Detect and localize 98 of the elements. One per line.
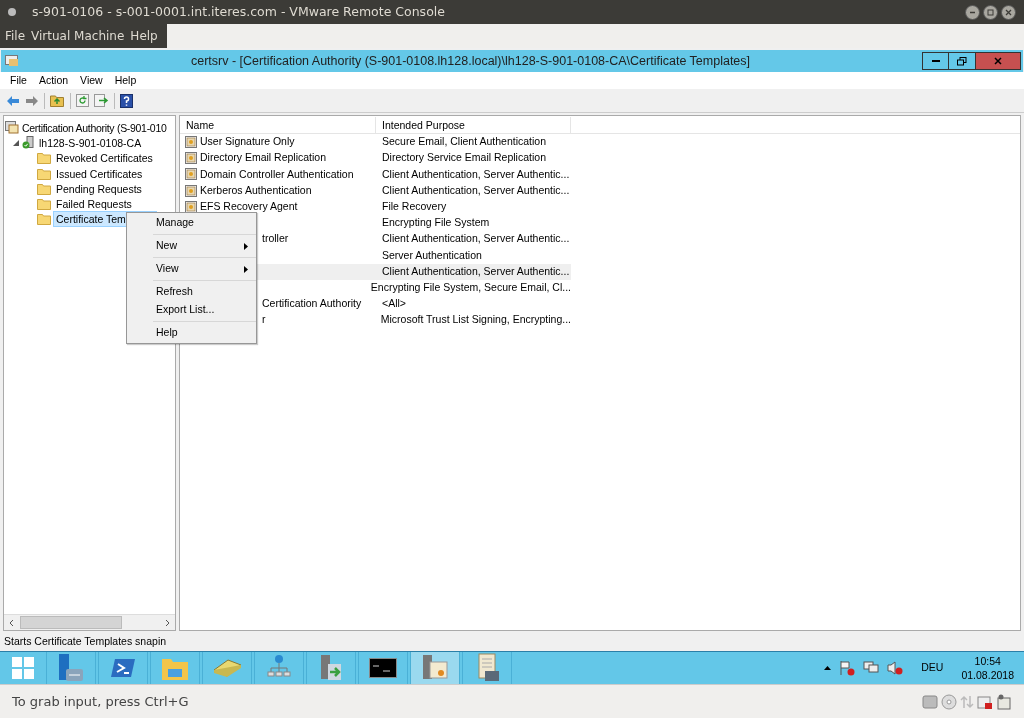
scrollbar-thumb[interactable] — [20, 616, 122, 629]
list-row[interactable]: Domain Controller Authentication Client Authentication, Server Authentic... — [180, 166, 571, 183]
usb-device-icon[interactable] — [996, 693, 1012, 710]
taskbar-button[interactable] — [358, 652, 408, 684]
menu-item[interactable]: Help — [108, 72, 143, 89]
template-name: Kerberos Authentication — [200, 182, 312, 198]
intended-purpose: Client Authentication, Server Authentic... — [381, 166, 570, 182]
template-name: Domain Controller Authentication — [200, 166, 354, 182]
template-name: r — [262, 312, 266, 328]
minimize-icon — [931, 60, 940, 62]
menu-item[interactable]: View — [74, 72, 109, 89]
menu-item[interactable]: File — [4, 72, 33, 89]
console-icon — [5, 55, 19, 67]
column-header[interactable]: Name — [180, 117, 376, 133]
windows-logo-icon — [11, 657, 34, 679]
folder-icon — [37, 198, 51, 211]
context-menu-item[interactable]: Export List... — [153, 301, 256, 319]
intended-purpose: Client Authentication, Server Authentic... — [381, 182, 570, 198]
intended-purpose: Client Authentication, Server Authentic... — [381, 263, 570, 279]
template-name: User Signature Only — [200, 134, 295, 150]
certificate-template-icon — [185, 168, 197, 181]
list-row[interactable]: Directory Email Replication Directory Service Email Replication — [180, 150, 571, 167]
status-text: Starts Certificate Templates snapin — [4, 633, 167, 649]
list-row[interactable]: Kerberos Authentication Client Authentication, Server Authentic... — [180, 182, 571, 199]
context-menu-item[interactable]: New — [153, 237, 256, 255]
server-check-icon — [22, 136, 34, 150]
menu-item[interactable]: Virtual Machine — [28, 27, 128, 45]
clock-time: 10:54 — [974, 654, 1001, 668]
tree-item[interactable]: Issued Certificates — [53, 165, 146, 182]
context-menu-item[interactable]: Help — [153, 324, 256, 342]
tree-item[interactable]: Revoked Certificates — [53, 150, 156, 167]
window-title: s-901-0106 - s-001-0001.int.iteres.com - VMware Remote Console — [32, 2, 445, 21]
network-monitor-icon[interactable] — [863, 660, 880, 676]
speaker-muted-icon[interactable] — [887, 660, 904, 676]
intended-purpose: Server Authentication — [381, 247, 482, 263]
export-list-icon[interactable] — [94, 94, 109, 107]
forward-arrow-icon[interactable] — [25, 94, 39, 107]
flag-error-icon[interactable] — [839, 660, 856, 676]
expanded-arrow-icon[interactable] — [13, 139, 19, 146]
tree-item[interactable]: Failed Requests — [53, 196, 135, 213]
certificate-template-icon — [185, 152, 197, 165]
menu-item[interactable]: Help — [127, 27, 161, 45]
close-button[interactable] — [1001, 4, 1016, 20]
taskbar-button[interactable] — [462, 652, 512, 684]
intended-purpose: <All> — [381, 296, 406, 312]
intended-purpose: Secure Email, Client Authentication — [381, 134, 546, 150]
back-arrow-icon[interactable] — [6, 94, 20, 107]
column-header[interactable]: Intended Purpose — [376, 117, 571, 133]
maximize-icon — [987, 8, 994, 16]
folder-icon — [37, 182, 51, 195]
clock[interactable]: 10:54 01.08.2018 — [961, 654, 1014, 682]
vm-status-text: To grab input, press Ctrl+G — [12, 692, 189, 711]
cd-icon[interactable] — [941, 693, 957, 710]
disk-error-icon[interactable] — [977, 693, 993, 710]
input-language[interactable]: DEU — [921, 660, 944, 676]
template-name: Certification Authority — [262, 296, 362, 312]
maximize-button[interactable] — [983, 4, 998, 20]
context-menu-item[interactable]: View — [153, 260, 256, 278]
template-name: EFS Recovery Agent — [200, 198, 298, 214]
folder-icon — [37, 152, 51, 165]
menu-item[interactable]: Action — [32, 72, 75, 89]
tree-item[interactable]: Pending Requests — [53, 180, 145, 197]
folder-icon — [37, 213, 51, 226]
template-name: Directory Email Replication — [200, 150, 327, 166]
folder-icon — [37, 167, 51, 180]
mmc-window-title: certsrv - [Certification Authority (S-901-0108.lh128.local)\lh128-S-901-0108-CA\Certificate Templates] — [189, 52, 752, 70]
menu-item[interactable]: File — [2, 27, 29, 45]
folder-up-icon[interactable] — [50, 94, 65, 107]
minimize-button[interactable] — [922, 52, 949, 70]
list-row[interactable]: EFS Recovery Agent File Recovery — [180, 198, 571, 215]
list-row[interactable]: User Signature Only Secure Email, Client Authentication — [180, 134, 571, 151]
tree-item[interactable]: lh128-S-901-0108-CA — [36, 134, 145, 151]
refresh-icon[interactable] — [76, 94, 89, 107]
close-icon — [1005, 8, 1012, 16]
server-arrow-icon — [318, 654, 344, 682]
terminal-prompt-icon — [110, 657, 136, 679]
intended-purpose: Client Authentication, Server Authentic... — [381, 231, 570, 247]
restore-icon — [957, 56, 967, 66]
tree-item[interactable]: Certification Authority (S-901-010 — [20, 119, 169, 136]
context-menu-item[interactable]: Refresh — [153, 283, 256, 301]
restore-button[interactable] — [949, 52, 976, 70]
server-certificate-icon — [421, 654, 449, 682]
horizontal-scrollbar[interactable] — [4, 614, 175, 630]
certificate-authority-icon — [5, 121, 19, 135]
book-icon — [212, 658, 242, 678]
intended-purpose: Directory Service Email Replication — [381, 150, 546, 166]
certificate-template-icon — [185, 136, 197, 149]
clock-date: 01.08.2018 — [961, 668, 1014, 682]
certificate-template-icon — [185, 184, 197, 197]
server-toolbox-icon — [57, 653, 85, 683]
close-icon — [994, 57, 1002, 65]
command-prompt-icon — [369, 658, 397, 678]
template-name: troller — [262, 231, 289, 247]
intended-purpose: Microsoft Trust List Signing, Encrypting... — [379, 312, 571, 328]
show-hidden-icons-caret-icon[interactable] — [824, 666, 832, 670]
help-icon[interactable] — [120, 93, 133, 108]
intended-purpose: File Recovery — [381, 198, 447, 214]
minimize-button[interactable] — [965, 4, 980, 20]
